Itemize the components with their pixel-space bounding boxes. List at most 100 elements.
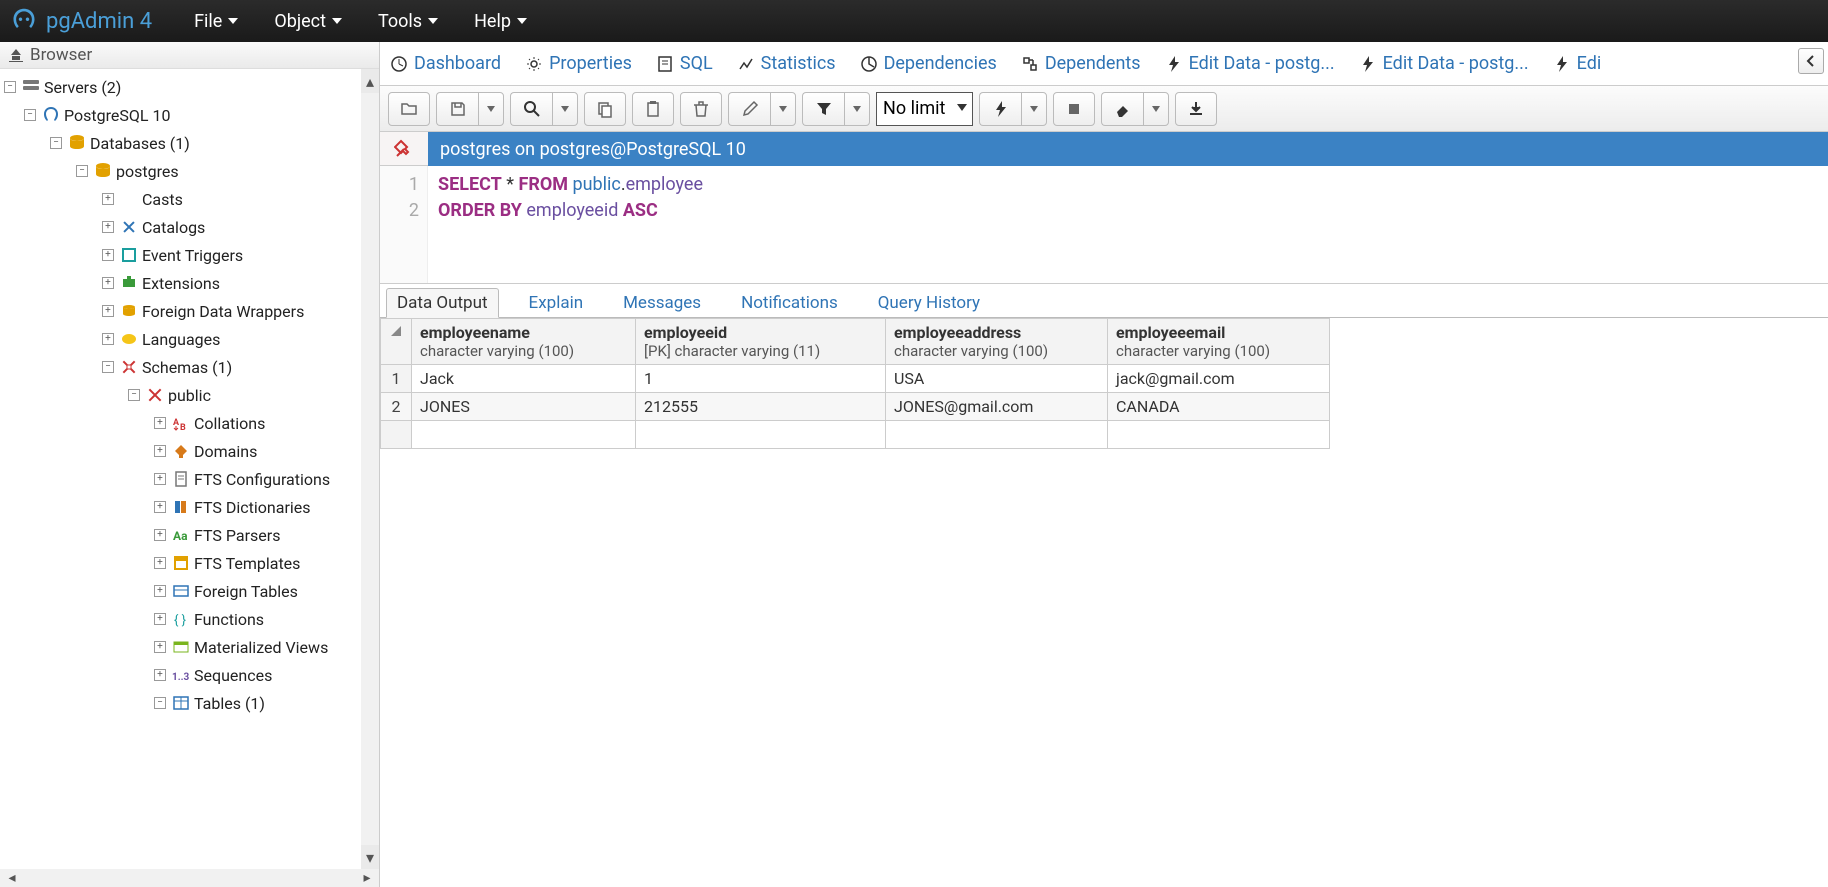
expand-icon[interactable]: + <box>154 669 166 681</box>
output-tab[interactable]: Query History <box>868 289 990 317</box>
main-tab[interactable]: Edit Data - postg... <box>1355 53 1533 74</box>
cell[interactable] <box>1108 421 1330 449</box>
tabs-scroll-left-button[interactable] <box>1798 48 1824 74</box>
tree-node[interactable]: +Materialized Views <box>4 633 379 661</box>
collapse-icon[interactable]: − <box>128 389 140 401</box>
tree-node[interactable]: +Foreign Data Wrappers <box>4 297 379 325</box>
find-button[interactable] <box>510 92 552 126</box>
column-header[interactable]: employeeid[PK] character varying (11) <box>636 319 886 365</box>
tree-node[interactable]: +Foreign Tables <box>4 577 379 605</box>
output-tab[interactable]: Data Output <box>386 288 499 318</box>
tree-node[interactable]: +FTS Templates <box>4 549 379 577</box>
row-limit-select[interactable]: No limit <box>876 92 973 126</box>
cell[interactable]: 1 <box>636 365 886 393</box>
paste-button[interactable] <box>632 92 674 126</box>
collapse-icon[interactable]: − <box>4 81 16 93</box>
cell[interactable]: JONES@gmail.com <box>886 393 1108 421</box>
expand-icon[interactable]: + <box>102 277 114 289</box>
output-tab[interactable]: Explain <box>519 289 594 317</box>
scroll-down-icon[interactable]: ▾ <box>361 845 379 869</box>
tree-databases[interactable]: − Databases (1) <box>4 129 379 157</box>
tree-tables[interactable]: − Tables (1) <box>4 689 379 717</box>
tree-server[interactable]: − PostgreSQL 10 <box>4 101 379 129</box>
scroll-left-icon[interactable]: ◂ <box>0 869 24 887</box>
tree-node[interactable]: +{ }Functions <box>4 605 379 633</box>
main-tab[interactable]: Edi <box>1549 53 1606 74</box>
tree-node[interactable]: + Casts <box>4 185 379 213</box>
collapse-icon[interactable]: − <box>102 361 114 373</box>
expand-icon[interactable]: + <box>102 193 114 205</box>
tree-node[interactable]: +FTS Configurations <box>4 465 379 493</box>
scroll-right-icon[interactable]: ▸ <box>355 869 379 887</box>
main-tab[interactable]: Dashboard <box>386 53 505 74</box>
expand-icon[interactable]: + <box>154 613 166 625</box>
column-header[interactable]: employeenamecharacter varying (100) <box>412 319 636 365</box>
expand-icon[interactable]: + <box>154 473 166 485</box>
tree-node[interactable]: +Event Triggers <box>4 241 379 269</box>
cell[interactable]: CANADA <box>1108 393 1330 421</box>
expand-icon[interactable]: + <box>102 333 114 345</box>
cell[interactable]: Jack <box>412 365 636 393</box>
column-header[interactable]: employeeemailcharacter varying (100) <box>1108 319 1330 365</box>
save-button[interactable] <box>436 92 478 126</box>
menu-object[interactable]: Object <box>256 11 360 32</box>
main-tab[interactable]: Dependencies <box>856 53 1001 74</box>
filter-dropdown[interactable] <box>844 92 870 126</box>
cell[interactable] <box>636 421 886 449</box>
menu-tools[interactable]: Tools <box>360 11 456 32</box>
cell[interactable] <box>886 421 1108 449</box>
expand-icon[interactable]: + <box>154 445 166 457</box>
download-button[interactable] <box>1175 92 1217 126</box>
output-tab[interactable]: Notifications <box>731 289 848 317</box>
output-tab[interactable]: Messages <box>613 289 711 317</box>
cell[interactable]: jack@gmail.com <box>1108 365 1330 393</box>
main-tab[interactable]: Statistics <box>733 53 840 74</box>
cell[interactable]: 212555 <box>636 393 886 421</box>
clear-button[interactable] <box>1101 92 1143 126</box>
expand-icon[interactable]: + <box>154 557 166 569</box>
stop-button[interactable] <box>1053 92 1095 126</box>
tree-schemas[interactable]: − Schemas (1) <box>4 353 379 381</box>
tree-servers[interactable]: − Servers (2) <box>4 73 379 101</box>
filter-button[interactable] <box>802 92 844 126</box>
expand-icon[interactable]: + <box>102 249 114 261</box>
scroll-up-icon[interactable]: ▴ <box>361 69 379 93</box>
tree-node[interactable]: +1..3Sequences <box>4 661 379 689</box>
save-dropdown[interactable] <box>478 92 504 126</box>
menu-help[interactable]: Help <box>456 11 545 32</box>
collapse-icon[interactable]: − <box>154 697 166 709</box>
main-tab[interactable]: Dependents <box>1017 53 1145 74</box>
expand-icon[interactable]: + <box>154 641 166 653</box>
tree-node[interactable]: +AaFTS Parsers <box>4 521 379 549</box>
expand-icon[interactable]: + <box>154 529 166 541</box>
expand-icon[interactable]: + <box>102 221 114 233</box>
sidebar-hscrollbar[interactable]: ◂ ▸ <box>0 869 379 887</box>
expand-icon[interactable]: + <box>154 501 166 513</box>
tree-node[interactable]: +Languages <box>4 325 379 353</box>
table-row[interactable]: 1Jack1USAjack@gmail.com <box>381 365 1330 393</box>
sidebar-scrollbar[interactable]: ▴ ▾ <box>361 93 379 845</box>
tree-db-postgres[interactable]: − postgres <box>4 157 379 185</box>
cell[interactable]: JONES <box>412 393 636 421</box>
expand-icon[interactable]: + <box>154 585 166 597</box>
execute-dropdown[interactable] <box>1021 92 1047 126</box>
edit-button[interactable] <box>728 92 770 126</box>
menu-file[interactable]: File <box>176 11 256 32</box>
edit-dropdown[interactable] <box>770 92 796 126</box>
copy-button[interactable] <box>584 92 626 126</box>
main-tab[interactable]: Edit Data - postg... <box>1161 53 1339 74</box>
open-file-button[interactable] <box>388 92 430 126</box>
tree-node[interactable]: +FTS Dictionaries <box>4 493 379 521</box>
collapse-icon[interactable]: − <box>76 165 88 177</box>
tree-schema-public[interactable]: − public <box>4 381 379 409</box>
expand-icon[interactable]: + <box>102 305 114 317</box>
find-dropdown[interactable] <box>552 92 578 126</box>
tree-node[interactable]: +Domains <box>4 437 379 465</box>
pin-button[interactable] <box>380 132 428 166</box>
sql-editor[interactable]: 1 2 SELECT * FROM public.employeeORDER B… <box>380 166 1828 284</box>
collapse-icon[interactable]: − <box>24 109 36 121</box>
delete-button[interactable] <box>680 92 722 126</box>
cell[interactable]: USA <box>886 365 1108 393</box>
execute-button[interactable] <box>979 92 1021 126</box>
table-row[interactable]: 2JONES212555JONES@gmail.comCANADA <box>381 393 1330 421</box>
